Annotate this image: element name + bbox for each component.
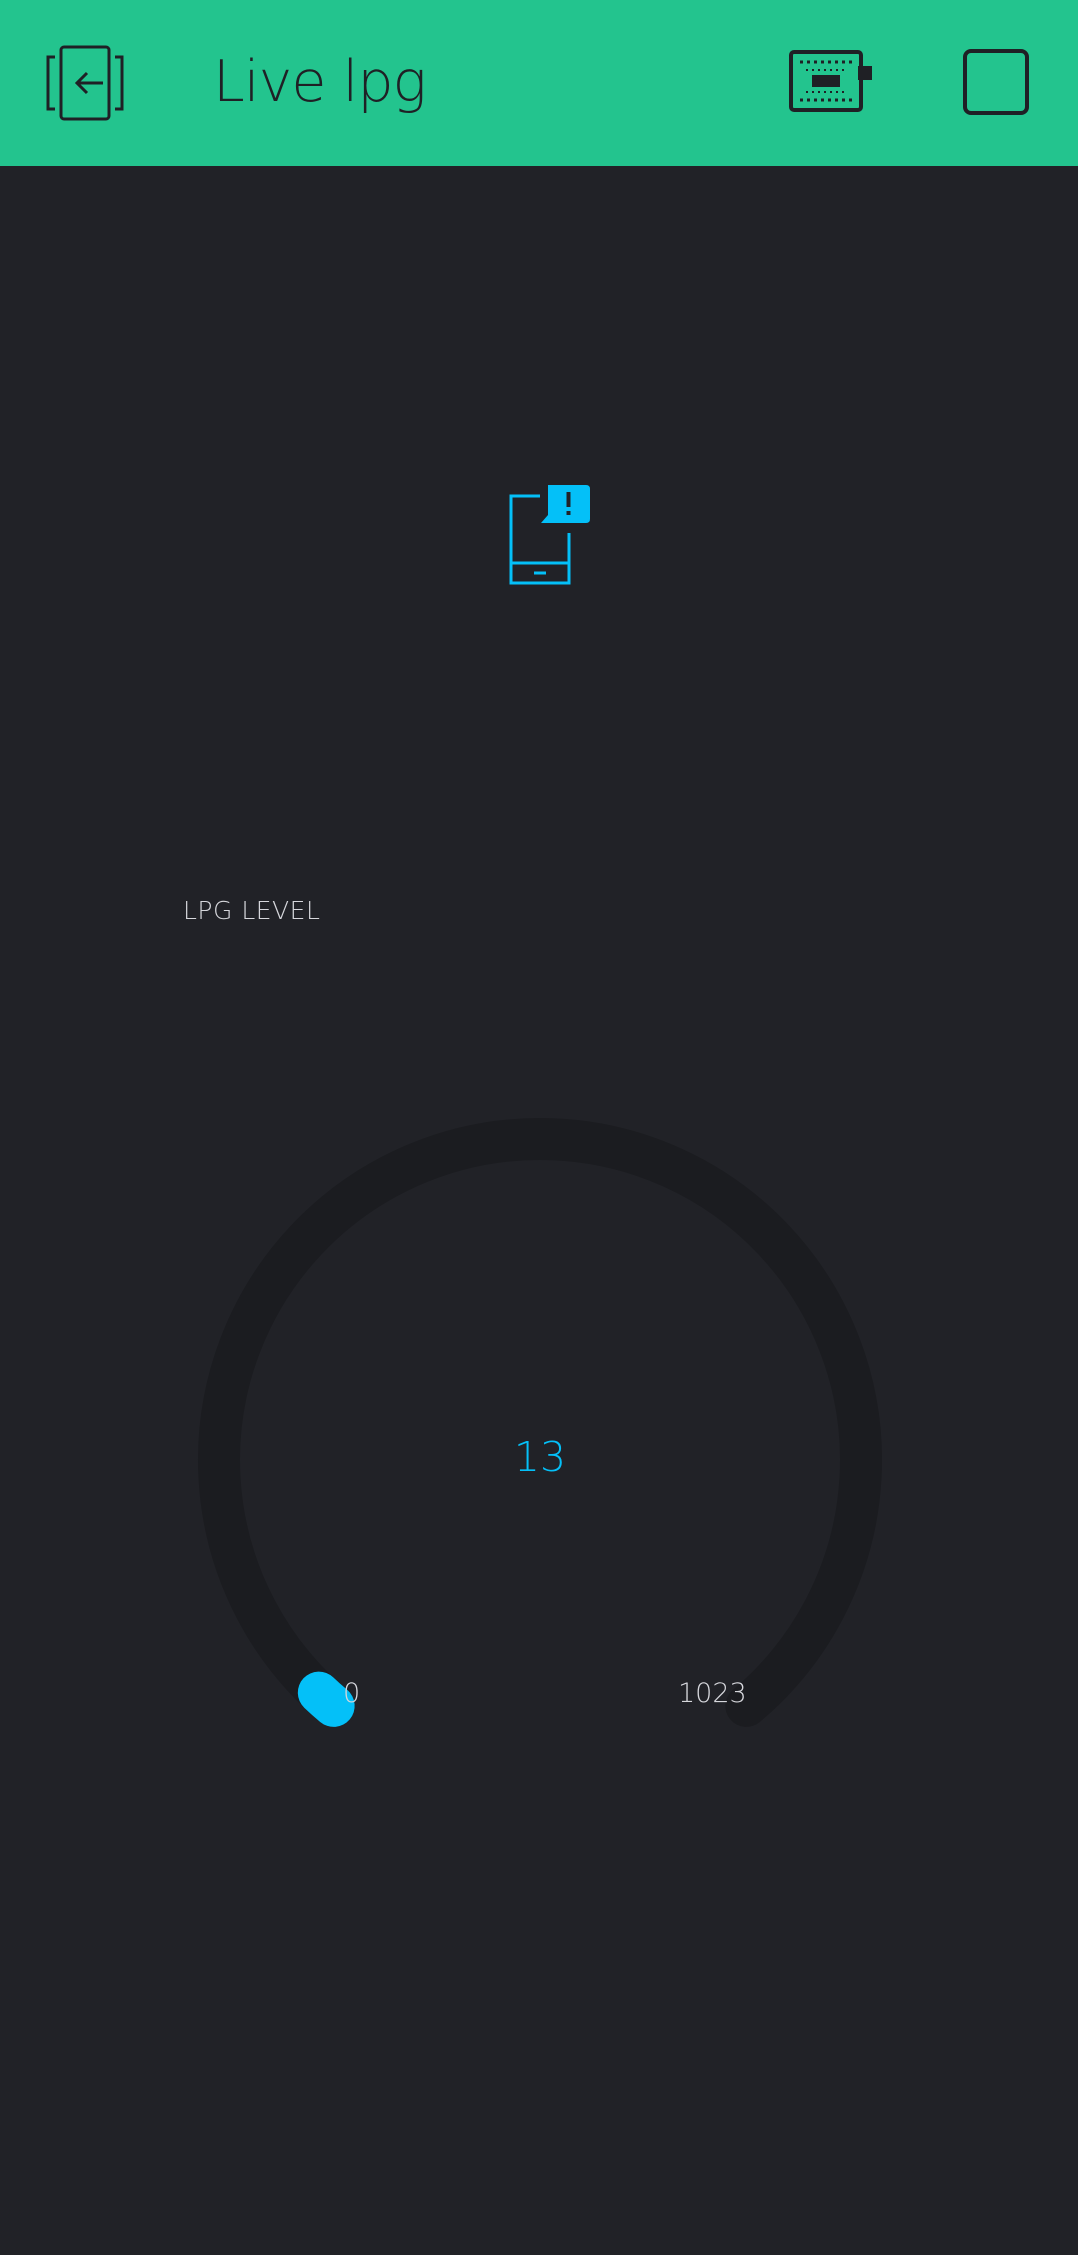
gauge[interactable]: [160, 1080, 920, 1740]
device-button[interactable]: [788, 48, 874, 116]
phone-alert-icon: [505, 483, 591, 587]
page-title: Live lpg: [213, 49, 427, 115]
gauge-max-label: 1023: [678, 1678, 747, 1709]
gauge-track: [198, 1118, 882, 1727]
hardware-device-icon: [789, 50, 872, 112]
back-button[interactable]: [45, 45, 125, 121]
app-bar: Live lpg: [0, 0, 1078, 166]
gauge-fill: [297, 1671, 355, 1727]
gauge-label: LPG LEVEL: [183, 896, 321, 925]
gauge-min-label: 0: [343, 1678, 361, 1709]
gauge-value: 13: [513, 1433, 567, 1481]
exit-icon: [46, 45, 124, 121]
stop-square-icon: [963, 49, 1029, 115]
stop-button[interactable]: [962, 48, 1030, 116]
